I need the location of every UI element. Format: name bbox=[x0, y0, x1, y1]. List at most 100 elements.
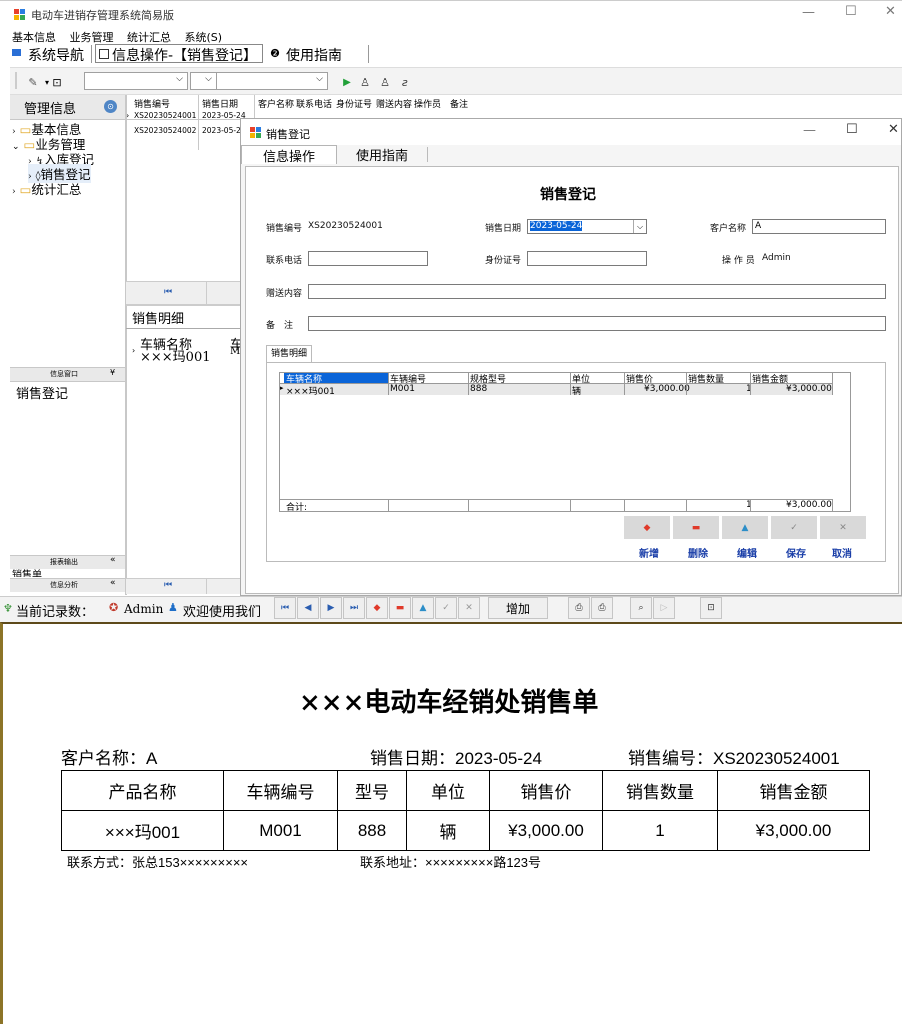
remark-input[interactable] bbox=[308, 316, 886, 331]
customer-input[interactable]: A bbox=[752, 219, 886, 234]
close-button[interactable]: ✕ bbox=[885, 4, 896, 19]
cancel-button[interactable]: ✕ bbox=[820, 516, 866, 539]
document-tabs: 系统导航 信息操作-【销售登记】 ❷ 使用指南 bbox=[10, 44, 370, 64]
tab-system-nav[interactable]: 系统导航 bbox=[28, 45, 84, 65]
collapse-icon[interactable]: ⊙ bbox=[104, 100, 117, 113]
maximize-button[interactable]: ☐ bbox=[845, 4, 857, 19]
edit-label[interactable]: 编辑 bbox=[737, 545, 757, 560]
table-row[interactable]: XS20230524002 2023-05-2 bbox=[126, 126, 254, 138]
nav-edit-button[interactable]: ▲ bbox=[412, 597, 434, 619]
report-header-row: 产品名称 车辆编号 型号 单位 销售价 销售数量 销售金额 bbox=[61, 770, 870, 811]
save-icon[interactable]: ⊡ bbox=[48, 73, 66, 91]
next-record-button[interactable]: ▶ bbox=[320, 597, 342, 619]
tab-info-operation-active[interactable]: 信息操作 bbox=[241, 145, 337, 165]
chevron-down-icon[interactable]: ¥ bbox=[110, 368, 115, 377]
print-preview-button[interactable]: ⎙ bbox=[591, 597, 613, 619]
gift-input[interactable] bbox=[308, 284, 886, 299]
tab-info-operation[interactable]: 信息操作-【销售登记】 bbox=[95, 44, 263, 64]
toolbar-input[interactable]: ⌵ bbox=[216, 72, 328, 90]
sale-date-picker[interactable]: 2023-05-24 ⌵ bbox=[527, 219, 647, 234]
sale-date-label: 销售日期 bbox=[485, 224, 522, 234]
tab-user-guide[interactable]: 使用指南 bbox=[337, 145, 427, 164]
query-button[interactable]: ⌕ bbox=[630, 597, 652, 619]
report-preview: ×××电动车经销处销售单 客户名称：A 销售日期：2023-05-24 销售编号… bbox=[0, 622, 902, 1024]
nav-add-button[interactable]: ◆ bbox=[366, 597, 388, 619]
first-record-icon[interactable]: ⏮ bbox=[164, 287, 172, 297]
link-icon[interactable]: ƨ bbox=[396, 73, 414, 91]
sales-single-item[interactable]: 销售单 bbox=[12, 569, 42, 577]
export-button[interactable]: ▷ bbox=[653, 597, 675, 619]
delete-label[interactable]: 删除 bbox=[688, 545, 708, 560]
add-label[interactable]: 新增 bbox=[639, 545, 659, 560]
form-heading: 销售登记 bbox=[540, 187, 596, 203]
menu-bar: 基本信息 业务管理 统计汇总 系统(S) bbox=[12, 29, 223, 44]
minus-icon: ▬ bbox=[691, 522, 701, 533]
table-row: ×××玛001 M001 888 辆 ¥3,000.00 1 ¥3,000.00 bbox=[61, 810, 870, 851]
report-customer: 客户名称：A bbox=[61, 749, 158, 768]
report-table: 产品名称 车辆编号 型号 单位 销售价 销售数量 销售金额 ×××玛001 M0… bbox=[61, 770, 870, 851]
report-output-header[interactable]: 报表输出 « bbox=[10, 555, 125, 569]
info-analysis-header[interactable]: 信息分析 « bbox=[10, 578, 125, 592]
tab-info-operation-label: 信息操作-【销售登记】 bbox=[112, 48, 258, 64]
menu-business[interactable]: 业务管理 bbox=[70, 31, 114, 44]
chevron-left-icon: « bbox=[110, 555, 116, 565]
operator-label: 操 作 员 bbox=[722, 256, 755, 266]
menu-system[interactable]: 系统(S) bbox=[185, 31, 223, 44]
chevron-down-icon: ⌵ bbox=[176, 74, 183, 84]
nav-delete-button[interactable]: ▬ bbox=[389, 597, 411, 619]
last-record-button[interactable]: ⏭ bbox=[343, 597, 365, 619]
find-user-2-icon[interactable]: ♙ bbox=[376, 73, 394, 91]
first-record-button[interactable]: ⏮ bbox=[274, 597, 296, 619]
tab-user-guide[interactable]: 使用指南 bbox=[286, 45, 342, 65]
detail-nav-bar: ⏮ bbox=[126, 578, 242, 594]
chevron-down-icon: ⌵ bbox=[633, 220, 646, 233]
dialog-minimize-button[interactable]: — bbox=[803, 123, 816, 138]
delete-button[interactable]: ▬ bbox=[673, 516, 719, 539]
detail-tab[interactable]: 销售明细 bbox=[132, 308, 184, 327]
play-icon[interactable]: ▶ bbox=[338, 73, 356, 91]
report-address: 联系地址：×××××××××路123号 bbox=[360, 855, 542, 870]
tree-node-stats[interactable]: › ▭统计汇总 bbox=[12, 179, 81, 198]
remark-label: 备 注 bbox=[266, 321, 294, 331]
left-panel-title: 管理信息 bbox=[24, 102, 77, 117]
exit-button[interactable]: ⊡ bbox=[700, 597, 722, 619]
info-window-label: 信息窗口 bbox=[50, 370, 78, 378]
save-button[interactable]: ✓ bbox=[771, 516, 817, 539]
menu-basic-info[interactable]: 基本信息 bbox=[12, 31, 56, 44]
edit-button[interactable]: ▲ bbox=[722, 516, 768, 539]
help-icon: ❷ bbox=[270, 47, 280, 60]
nav-cancel-button[interactable]: ✕ bbox=[458, 597, 480, 619]
id-input[interactable] bbox=[527, 251, 647, 266]
edit-icon: ▲ bbox=[741, 522, 749, 533]
record-count: 当前记录数： bbox=[16, 605, 95, 619]
save-label[interactable]: 保存 bbox=[786, 545, 806, 560]
welcome-text: 欢迎使用我们 bbox=[183, 605, 262, 620]
find-user-icon[interactable]: ♙ bbox=[356, 73, 374, 91]
nav-save-button[interactable]: ✓ bbox=[435, 597, 457, 619]
dialog-close-button[interactable]: ✕ bbox=[888, 122, 899, 137]
prev-record-button[interactable]: ◀ bbox=[297, 597, 319, 619]
phone-input[interactable] bbox=[308, 251, 428, 266]
dialog-titlebar: 销售登记 — ☐ ✕ bbox=[241, 119, 901, 145]
dialog-title: 销售登记 bbox=[266, 128, 310, 141]
sale-no-value: XS20230524001 bbox=[308, 221, 383, 231]
minimize-button[interactable]: — bbox=[802, 5, 815, 20]
chevron-down-icon: ⌵ bbox=[316, 74, 323, 84]
add-text-button[interactable]: 增加 bbox=[488, 597, 548, 619]
detail-tab-label[interactable]: 销售明细 bbox=[266, 345, 313, 363]
current-user: Admin bbox=[124, 602, 164, 616]
folder-icon: ▭ bbox=[19, 182, 32, 197]
add-button[interactable]: ◆ bbox=[624, 516, 670, 539]
toolbar-select-2[interactable]: ⌵ bbox=[190, 72, 217, 90]
table-row[interactable]: › XS20230524001 2023-05-24 bbox=[126, 111, 254, 123]
menu-stats[interactable]: 统计汇总 bbox=[127, 31, 171, 44]
toolbar-select-1[interactable]: ⌵ bbox=[84, 72, 188, 90]
info-window-header: 信息窗口 ¥ bbox=[10, 367, 125, 381]
print-button[interactable]: ⎙ bbox=[568, 597, 590, 619]
app-logo-icon bbox=[250, 127, 262, 139]
toolbar: ✎ ▾ ⊡ ⌵ ⌵ ⌵ ▶ ♙ ♙ ƨ bbox=[10, 67, 902, 95]
report-number: 销售编号：XS20230524001 bbox=[628, 749, 840, 768]
first-record-icon[interactable]: ⏮ bbox=[164, 580, 172, 590]
dialog-maximize-button[interactable]: ☐ bbox=[846, 122, 858, 137]
cancel-label[interactable]: 取消 bbox=[832, 545, 852, 560]
